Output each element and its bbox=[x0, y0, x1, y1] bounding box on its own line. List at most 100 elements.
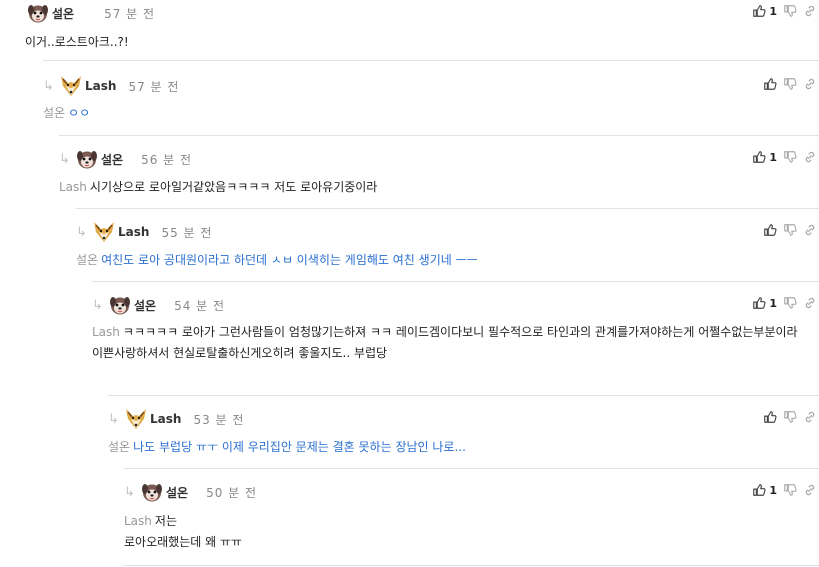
permalink-button[interactable] bbox=[803, 75, 817, 93]
avatar[interactable] bbox=[124, 407, 148, 431]
avatar[interactable] bbox=[26, 1, 50, 25]
dislike-button[interactable] bbox=[783, 75, 797, 93]
link-icon bbox=[803, 483, 817, 497]
comment-item: ↳ 설온 56 분 전 1 Lash 시기상으로 로아일거같았음ㅋㅋㅋㅋ 저도 로… bbox=[59, 135, 819, 208]
like-button[interactable] bbox=[763, 221, 777, 239]
thumbs-down-icon bbox=[783, 223, 797, 237]
comment-text: 나도 부럽당 ㅠㅜ 이제 우리집안 문제는 결혼 못하는 장남인 나로... bbox=[133, 440, 466, 454]
comment-text: 이거..로스트아크..?! bbox=[25, 35, 129, 49]
avatar[interactable] bbox=[59, 74, 83, 98]
comment-item: ↳ Lash 57 분 전 설온 ㅇㅇ bbox=[43, 60, 819, 134]
thumbs-up-icon bbox=[752, 150, 766, 164]
comment-item: 설온 57 분 전 1 이거..로스트아크..?! bbox=[25, 0, 819, 60]
dislike-button[interactable] bbox=[783, 408, 797, 426]
reply-mention[interactable]: Lash bbox=[59, 180, 87, 194]
reply-arrow-icon: ↳ bbox=[92, 297, 103, 313]
comment-author[interactable]: Lash bbox=[150, 412, 181, 426]
permalink-button[interactable] bbox=[803, 148, 817, 166]
comment-time: 55 분 전 bbox=[161, 225, 213, 240]
reply-arrow-icon: ↳ bbox=[124, 484, 135, 500]
reply-mention[interactable]: Lash bbox=[124, 514, 152, 528]
thumbs-down-icon bbox=[783, 410, 797, 424]
comment-actions: 1 bbox=[752, 294, 817, 312]
comment-body: 설온 ㅇㅇ bbox=[43, 103, 90, 124]
comment-text: ㅋㅋㅋㅋㅋ 로아가 그런사람들이 엄청많기는하져 ㅋㅋ 레이드겜이다보니 필수적… bbox=[122, 325, 798, 339]
like-button[interactable]: 1 bbox=[752, 148, 777, 166]
like-button[interactable] bbox=[763, 408, 777, 426]
avatar[interactable] bbox=[75, 147, 99, 171]
reply-arrow-icon: ↳ bbox=[76, 224, 87, 240]
like-button[interactable]: 1 bbox=[752, 294, 777, 312]
comment-text: 시기상으로 로아일거같았음ㅋㅋㅋㅋ 저도 로아유기중이라 bbox=[89, 180, 378, 194]
thumbs-up-icon bbox=[763, 410, 777, 424]
link-icon bbox=[803, 296, 817, 310]
thumbs-down-icon bbox=[783, 77, 797, 91]
thumbs-up-icon bbox=[752, 4, 766, 18]
permalink-button[interactable] bbox=[803, 221, 817, 239]
dislike-button[interactable] bbox=[783, 294, 797, 312]
dislike-button[interactable] bbox=[783, 2, 797, 20]
comment-body: 설온 여친도 로아 공대원이라고 하던데 ㅅㅂ 이색히는 게임해도 여친 생기네 … bbox=[76, 250, 478, 271]
like-count: 1 bbox=[769, 296, 777, 310]
thumbs-down-icon bbox=[783, 150, 797, 164]
comment-actions bbox=[763, 75, 817, 93]
comment-text-line2: 로아오래했는데 왜 ㅠㅠ bbox=[124, 535, 243, 549]
permalink-button[interactable] bbox=[803, 2, 817, 20]
comment-body: Lash ㅋㅋㅋㅋㅋ 로아가 그런사람들이 엄청많기는하져 ㅋㅋ 레이드겜이다보니… bbox=[92, 322, 817, 364]
comment-text: 저는 bbox=[154, 514, 177, 528]
comment-header: ↳ Lash 53 분 전 bbox=[108, 406, 244, 432]
dislike-button[interactable] bbox=[783, 481, 797, 499]
avatar[interactable] bbox=[92, 220, 116, 244]
comment-body: Lash 시기상으로 로아일거같았음ㅋㅋㅋㅋ 저도 로아유기중이라 bbox=[59, 177, 377, 198]
dislike-button[interactable] bbox=[783, 221, 797, 239]
link-icon bbox=[803, 410, 817, 424]
like-button[interactable] bbox=[763, 75, 777, 93]
comment-actions: 1 bbox=[752, 2, 817, 20]
permalink-button[interactable] bbox=[803, 294, 817, 312]
comment-time: 57 분 전 bbox=[128, 79, 180, 94]
permalink-button[interactable] bbox=[803, 408, 817, 426]
comment-author[interactable]: 설온 bbox=[134, 297, 156, 314]
thumbs-up-icon bbox=[752, 483, 766, 497]
comment-header: ↳ 설온 50 분 전 bbox=[124, 479, 257, 505]
dislike-button[interactable] bbox=[783, 148, 797, 166]
reply-mention[interactable]: 설온 bbox=[76, 253, 98, 267]
like-button[interactable]: 1 bbox=[752, 481, 777, 499]
link-icon bbox=[803, 150, 817, 164]
comment-author[interactable]: 설온 bbox=[52, 5, 74, 22]
comment-text: 여친도 로아 공대원이라고 하던데 ㅅㅂ 이색히는 게임해도 여친 생기네 ㅡㅡ bbox=[101, 253, 478, 267]
comment-author[interactable]: Lash bbox=[118, 225, 149, 239]
comment-header: ↳ Lash 57 분 전 bbox=[43, 73, 179, 99]
comment-actions bbox=[763, 221, 817, 239]
avatar[interactable] bbox=[108, 293, 132, 317]
avatar[interactable] bbox=[140, 480, 164, 504]
comment-item: ↳ 설온 54 분 전 1 Lash ㅋㅋㅋㅋㅋ 로아가 그런사람들이 엄청많기는… bbox=[92, 281, 819, 395]
thumbs-down-icon bbox=[783, 296, 797, 310]
reply-mention[interactable]: Lash bbox=[92, 325, 120, 339]
comment-actions: 1 bbox=[752, 148, 817, 166]
comment-header: 설온 57 분 전 bbox=[26, 0, 155, 26]
comment-actions bbox=[763, 408, 817, 426]
reply-arrow-icon: ↳ bbox=[59, 151, 70, 167]
thumbs-up-icon bbox=[752, 296, 766, 310]
comment-actions: 1 bbox=[752, 481, 817, 499]
comment-text-line2: 이쁜사랑하셔서 현실로탈출하신게오히려 좋울지도.. 부럽당 bbox=[92, 346, 388, 360]
comment-author[interactable]: 설온 bbox=[101, 151, 123, 168]
like-count: 1 bbox=[769, 483, 777, 497]
comment-item: ↳ 설온 50 분 전 1 Lash 저는 로아오래했는데 왜 ㅠㅠ bbox=[124, 468, 819, 566]
comment-item: ↳ Lash 55 분 전 설온 여친도 로아 공대원이라고 하던데 ㅅㅂ 이색히… bbox=[76, 208, 819, 281]
comment-time: 56 분 전 bbox=[141, 152, 193, 167]
comment-author[interactable]: 설온 bbox=[166, 484, 188, 501]
reply-mention[interactable]: 설온 bbox=[108, 440, 130, 454]
comment-body: 설온 나도 부럽당 ㅠㅜ 이제 우리집안 문제는 결혼 못하는 장남인 나로... bbox=[108, 437, 466, 458]
like-button[interactable]: 1 bbox=[752, 2, 777, 20]
thumbs-up-icon bbox=[763, 223, 777, 237]
permalink-button[interactable] bbox=[803, 481, 817, 499]
thumbs-up-icon bbox=[763, 77, 777, 91]
comment-author[interactable]: Lash bbox=[85, 79, 116, 93]
comment-text: ㅇㅇ bbox=[68, 106, 91, 120]
comment-item: ↳ Lash 53 분 전 설온 나도 부럽당 ㅠㅜ 이제 우리집안 문제는 결혼… bbox=[108, 395, 819, 468]
reply-mention[interactable]: 설온 bbox=[43, 106, 65, 120]
comment-time: 50 분 전 bbox=[206, 485, 258, 500]
like-count: 1 bbox=[769, 150, 777, 164]
